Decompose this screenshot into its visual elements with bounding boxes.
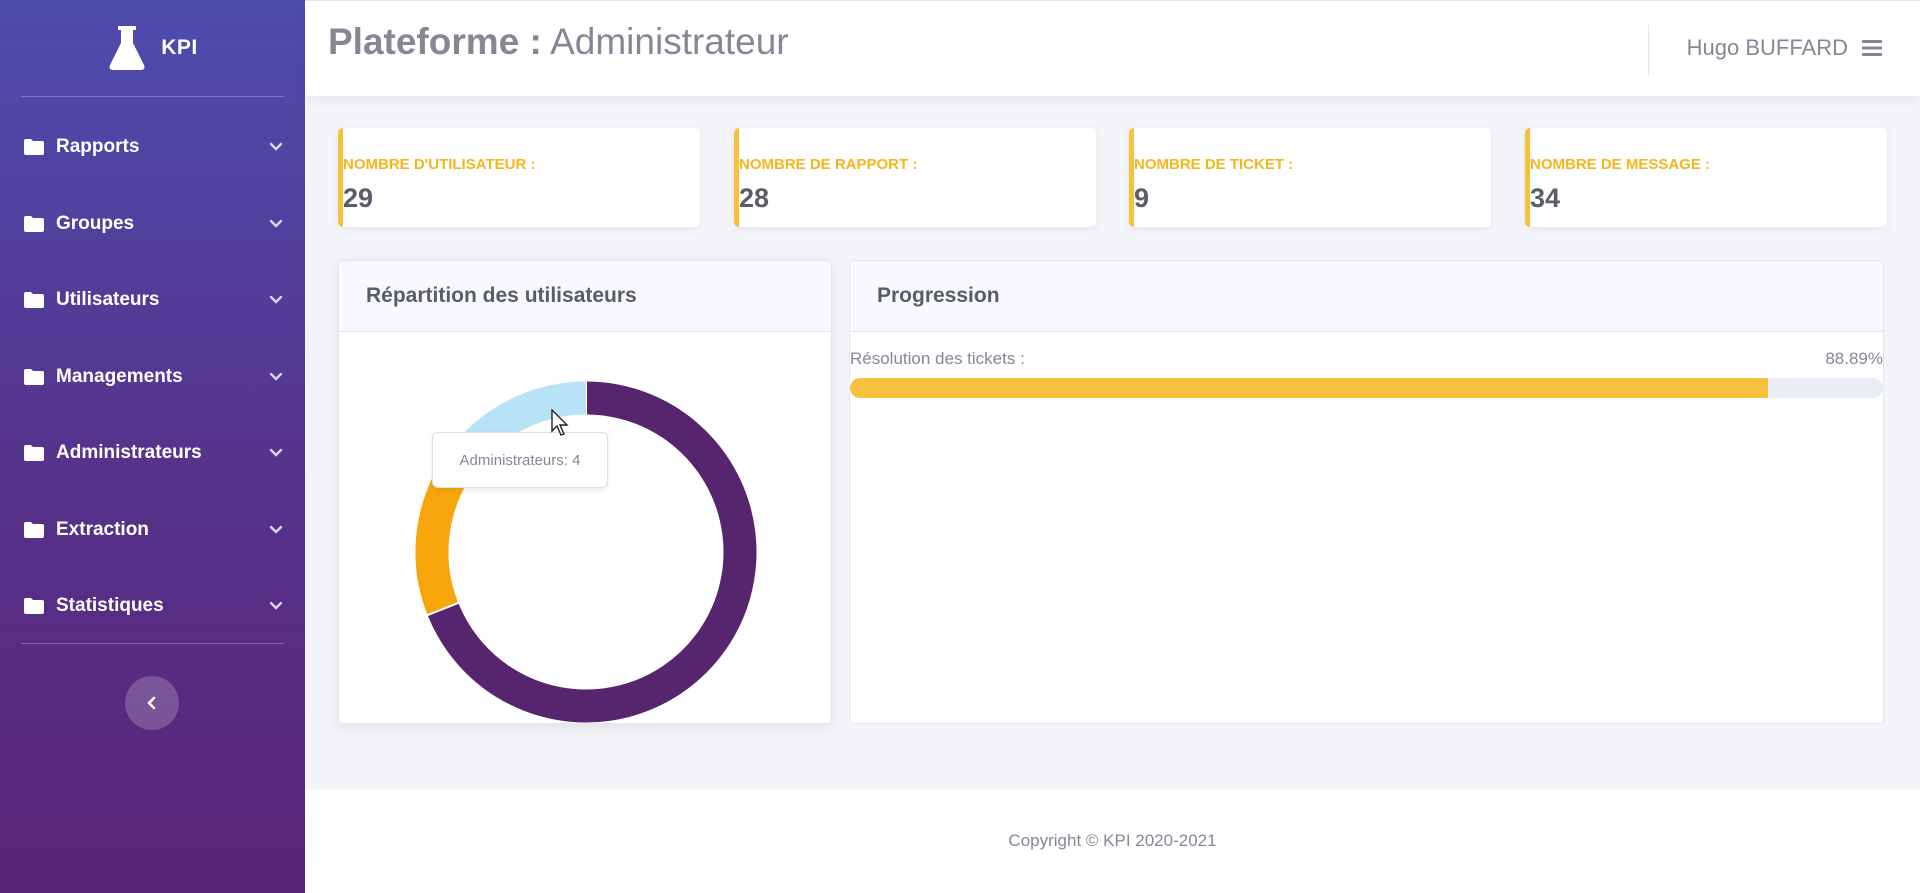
stat-label: NOMBRE DE RAPPORT :	[739, 156, 918, 173]
hamburger-icon[interactable]	[1862, 39, 1882, 57]
sidebar-item-label: Groupes	[56, 212, 135, 234]
topbar-divider	[1648, 25, 1649, 75]
sidebar-item-groupes[interactable]: Groupes	[0, 186, 305, 263]
page-title: Plateforme : Administrateur	[328, 21, 789, 63]
sidebar-item-extraction[interactable]: Extraction	[0, 492, 305, 569]
panel-title: Répartition des utilisateurs	[339, 261, 831, 332]
copyright-text: Copyright © KPI 2020-2021	[1008, 831, 1217, 850]
sidebar-item-label: Administrateurs	[56, 442, 202, 464]
stat-label: NOMBRE DE MESSAGE :	[1530, 156, 1711, 173]
sidebar: KPI Rapports Groupes Utilisateurs Manage…	[0, 0, 305, 893]
sidebar-divider	[21, 642, 284, 644]
sidebar-item-label: Managements	[56, 365, 183, 387]
stat-label: NOMBRE DE TICKET :	[1134, 156, 1294, 173]
sidebar-item-administrateurs[interactable]: Administrateurs	[0, 415, 305, 492]
sidebar-item-utilisateurs[interactable]: Utilisateurs	[0, 262, 305, 339]
folder-icon	[24, 139, 44, 156]
brand-name: KPI	[161, 36, 198, 59]
stat-value: 28	[739, 183, 770, 213]
user-menu[interactable]: Hugo BUFFARD	[1687, 35, 1882, 61]
chevron-down-icon	[269, 449, 283, 457]
folder-icon	[24, 598, 44, 615]
sidebar-item-label: Utilisateurs	[56, 289, 160, 311]
mouse-cursor-icon	[551, 409, 569, 436]
topbar: Plateforme : Administrateur Hugo BUFFARD	[305, 0, 1920, 96]
sidebar-item-managements[interactable]: Managements	[0, 339, 305, 416]
stat-value: 9	[1134, 183, 1150, 213]
panel-title: Progression	[850, 261, 1883, 332]
donut-chart	[415, 381, 757, 723]
stat-card-messages: NOMBRE DE MESSAGE : 34	[1525, 128, 1887, 227]
stat-value: 29	[343, 183, 374, 213]
sidebar-item-label: Statistiques	[56, 595, 164, 617]
sidebar-item-statistiques[interactable]: Statistiques	[0, 568, 305, 645]
progress-value: 88.89%	[1825, 349, 1883, 368]
stat-value: 34	[1530, 183, 1561, 213]
folder-icon	[24, 445, 44, 462]
progress-bar	[850, 378, 1883, 398]
page-title-light: Administrateur	[550, 21, 789, 62]
brand[interactable]: KPI	[0, 0, 305, 96]
folder-icon	[24, 292, 44, 309]
distribution-panel: Répartition des utilisateurs	[338, 260, 832, 724]
chevron-left-icon	[147, 696, 156, 710]
user-name: Hugo BUFFARD	[1686, 35, 1848, 60]
page-title-bold: Plateforme :	[328, 21, 542, 62]
chart-tooltip: Administrateurs: 4	[432, 432, 608, 488]
folder-icon	[24, 368, 44, 385]
folder-icon	[24, 215, 44, 232]
progress-label: Résolution des tickets :	[850, 349, 1025, 368]
flask-icon	[109, 26, 145, 70]
progress-panel: Progression Résolution des tickets : 88.…	[849, 260, 1884, 724]
sidebar-nav: Rapports Groupes Utilisateurs Management…	[0, 109, 305, 645]
progress-bar-fill	[850, 378, 1769, 398]
chevron-down-icon	[269, 372, 283, 381]
stat-card-reports: NOMBRE DE RAPPORT : 28	[734, 128, 1096, 227]
chevron-down-icon	[269, 296, 283, 304]
chevron-down-icon	[269, 525, 283, 534]
stat-label: NOMBRE D'UTILISATEUR :	[343, 156, 536, 173]
footer: Copyright © KPI 2020-2021	[305, 789, 1920, 893]
sidebar-toggle-button[interactable]	[125, 676, 179, 730]
stat-card-users: NOMBRE D'UTILISATEUR : 29	[338, 128, 700, 227]
sidebar-divider	[21, 96, 284, 97]
chevron-down-icon	[269, 219, 283, 228]
stat-card-tickets: NOMBRE DE TICKET : 9	[1129, 128, 1491, 227]
folder-icon	[24, 521, 44, 538]
sidebar-item-label: Rapports	[56, 136, 140, 158]
chevron-down-icon	[269, 143, 283, 151]
sidebar-item-rapports[interactable]: Rapports	[0, 109, 305, 186]
sidebar-item-label: Extraction	[56, 518, 149, 540]
chevron-down-icon	[269, 602, 283, 610]
